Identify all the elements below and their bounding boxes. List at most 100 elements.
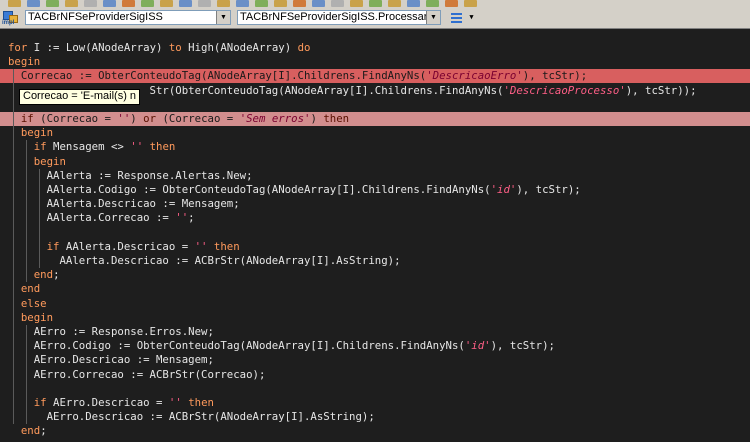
toolbar-button-icon[interactable] — [8, 0, 21, 7]
code-text: ) — [130, 112, 144, 125]
code-keyword: if — [46, 239, 60, 253]
code-string: 'DescricaoProcesso' — [503, 83, 626, 97]
code-line[interactable]: AErro := Response.Erros.New; — [0, 325, 750, 339]
code-text: AErro := Response.Erros.New; — [8, 325, 214, 338]
code-text: Correcao := ObterConteudoTag(ANodeArray[… — [8, 69, 427, 83]
code-text: ; — [53, 268, 60, 282]
code-string: '' — [130, 140, 144, 154]
code-keyword: begin — [8, 55, 41, 69]
code-line[interactable] — [0, 382, 750, 396]
code-line[interactable]: if AAlerta.Descricao = '' then — [0, 240, 750, 254]
toolbar-button-icon[interactable] — [65, 0, 78, 7]
toolbar-button-icon[interactable] — [293, 0, 306, 7]
code-text: AErro.Codigo := ObterConteudoTag(ANodeAr… — [8, 339, 465, 353]
code-keyword: end — [20, 282, 41, 296]
toolbar-button-icon[interactable] — [331, 0, 344, 7]
code-keyword: do — [297, 41, 311, 54]
code-string: 'DescricaoErro' — [426, 69, 523, 83]
code-navigation-bar: impl TACBrNFSeProviderSigISS ▼ TACBrNFSe… — [0, 8, 750, 29]
code-keyword: then — [188, 396, 214, 409]
method-selector-combo[interactable]: TACBrNFSeProviderSigISS.ProcessarMensage… — [237, 10, 441, 25]
code-keyword: then — [323, 112, 350, 125]
toolbar-button-icon[interactable] — [388, 0, 401, 7]
code-line-error[interactable]: if (Correcao = '') or (Correcao = 'Sem e… — [0, 112, 750, 126]
code-line[interactable] — [0, 226, 750, 240]
code-line[interactable]: begin — [0, 126, 750, 140]
code-string: '' — [168, 396, 182, 409]
code-line[interactable]: for I := Low(ANodeArray) to High(ANodeAr… — [0, 41, 750, 55]
code-text: ; — [40, 424, 47, 438]
hint-tooltip: Correcao = 'E-mail(s) n — [19, 89, 141, 105]
code-keyword: to — [168, 41, 182, 54]
code-text: AAlerta := Response.Alertas.New; — [8, 168, 253, 182]
code-string: '' — [194, 239, 208, 253]
code-text: ), tcStr); — [516, 183, 581, 196]
list-view-icon[interactable] — [449, 10, 465, 25]
toolbar-button-icon[interactable] — [27, 0, 40, 7]
code-line[interactable]: begin — [0, 155, 750, 169]
code-line[interactable]: begin — [0, 311, 750, 325]
code-line[interactable]: begin — [0, 55, 750, 69]
code-text: AErro.Correcao := ACBrStr(Correcao); — [8, 367, 266, 381]
code-line[interactable]: AAlerta.Codigo := ObterConteudoTag(ANode… — [0, 183, 750, 197]
chevron-down-icon[interactable]: ▼ — [216, 11, 230, 24]
toolbar-button-icon[interactable] — [217, 0, 230, 7]
unit-icon-label: impl — [2, 20, 15, 26]
code-text: (Correcao = — [33, 112, 118, 125]
code-text: AAlerta.Correcao := — [8, 211, 176, 225]
toolbar-button-icon[interactable] — [122, 0, 135, 7]
code-line[interactable]: end; — [0, 268, 750, 282]
code-text: AAlerta.Codigo := ObterConteudoTag(ANode… — [8, 183, 491, 196]
toolbar-button-icon[interactable] — [369, 0, 382, 7]
code-line[interactable]: end; — [0, 424, 750, 438]
toolbar-button-icon[interactable] — [46, 0, 59, 7]
code-line[interactable]: if AErro.Descricao = '' then — [0, 396, 750, 410]
toolbar-button-icon[interactable] — [407, 0, 420, 7]
code-line[interactable]: else — [0, 297, 750, 311]
code-line[interactable]: AErro.Descricao := Mensagem; — [0, 353, 750, 367]
code-line[interactable]: AAlerta := Response.Alertas.New; — [0, 169, 750, 183]
code-line[interactable]: if Mensagem <> '' then — [0, 140, 750, 154]
toolbar-button-icon[interactable] — [350, 0, 363, 7]
indent-guide — [26, 325, 27, 425]
code-line[interactable]: end — [0, 282, 750, 296]
code-text: AErro.Descricao := Mensagem; — [8, 353, 214, 367]
toolbar-button-icon[interactable] — [179, 0, 192, 7]
toolbar-button-icon[interactable] — [198, 0, 211, 7]
code-text: ) — [310, 112, 324, 125]
toolbar-button-icon[interactable] — [255, 0, 268, 7]
code-line-error[interactable]: Correcao := ObterConteudoTag(ANodeArray[… — [0, 69, 750, 84]
toolbar-button-icon[interactable] — [274, 0, 287, 7]
toolbar-button-icon[interactable] — [141, 0, 154, 7]
class-selector-value: TACBrNFSeProviderSigISS — [28, 11, 163, 23]
code-string: 'Sem erros' — [239, 112, 311, 125]
toolbar-button-icon[interactable] — [445, 0, 458, 7]
toolbar-button-icon[interactable] — [464, 0, 477, 7]
code-line[interactable]: AErro.Correcao := ACBrStr(Correcao); — [0, 368, 750, 382]
code-keyword: if — [33, 140, 47, 154]
toolbar-button-icon[interactable] — [312, 0, 325, 7]
toolbar-button-icon[interactable] — [103, 0, 116, 7]
code-line[interactable]: AErro.Codigo := ObterConteudoTag(ANodeAr… — [0, 339, 750, 353]
toolbar-button-icon[interactable] — [236, 0, 249, 7]
chevron-down-icon[interactable]: ▼ — [467, 10, 476, 25]
code-text: AErro.Descricao := ACBrStr(ANodeArray[I]… — [8, 410, 375, 424]
toolbar-button-icon[interactable] — [84, 0, 97, 7]
toolbar-button-icon[interactable] — [160, 0, 173, 7]
toolbar-button-icon[interactable] — [426, 0, 439, 7]
code-line[interactable]: AAlerta.Descricao := ACBrStr(ANodeArray[… — [0, 254, 750, 268]
class-selector-combo[interactable]: TACBrNFSeProviderSigISS ▼ — [25, 10, 231, 25]
chevron-down-icon[interactable]: ▼ — [426, 11, 440, 24]
code-line[interactable]: AErro.Descricao := ACBrStr(ANodeArray[I]… — [0, 410, 750, 424]
code-keyword: begin — [33, 154, 66, 168]
code-text: AErro.Descricao = — [46, 396, 169, 409]
code-text: I := Low(ANodeArray) — [27, 41, 169, 54]
unit-implementation-icon[interactable]: impl — [2, 10, 18, 26]
code-line[interactable]: AAlerta.Correcao := ''; — [0, 211, 750, 225]
code-line[interactable]: AAlerta.Descricao := Mensagem; — [0, 197, 750, 211]
indent-guide — [39, 168, 40, 269]
